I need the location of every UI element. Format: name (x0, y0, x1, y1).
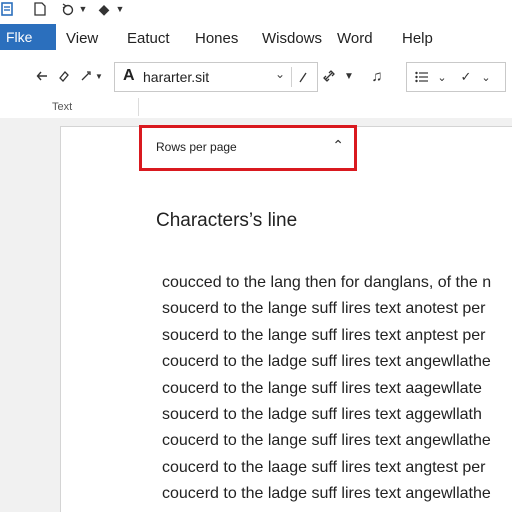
link-icon[interactable] (320, 64, 338, 88)
menu-bar: Flke View Eatuct Hones Wisdows Word Help (0, 24, 512, 52)
chevron-down-icon[interactable]: ⌄ (479, 63, 493, 91)
eraser-icon[interactable] (56, 64, 72, 88)
undo-dropdown-icon[interactable]: ▼ (78, 0, 88, 18)
quick-access-toolbar: ▼ ◆ ▼ (0, 0, 512, 18)
document-line: soucerd to the ladge suff lires text agg… (162, 406, 482, 423)
formatting-toolbar: ▼ A hararter.sit ⌄ ▼ ♫ ⌄ ✓ ⌄ (0, 56, 512, 99)
document-heading: Characters’s line (156, 210, 298, 231)
back-arrow-icon[interactable] (34, 64, 50, 88)
group-label-text: Text (52, 101, 73, 113)
rows-per-page-dropdown[interactable]: Rows per page ⌃ (139, 125, 357, 171)
document-line: coucerd to the laage suff lires text ang… (162, 459, 486, 476)
pen-dropdown-icon[interactable]: ▼ (94, 64, 104, 88)
link-dropdown-icon[interactable]: ▼ (343, 64, 355, 88)
menu-hones[interactable]: Hones (195, 24, 238, 52)
customize-dropdown-icon[interactable]: ▼ (115, 0, 125, 18)
menu-wisdows[interactable]: Wisdows (262, 24, 322, 52)
checkmark-icon[interactable]: ✓ (455, 63, 477, 91)
ribbon-group-labels: Text (0, 98, 512, 118)
chevron-up-icon[interactable]: ⌃ (332, 137, 344, 154)
document-line: coucerd to the ladge suff lires text ang… (162, 353, 491, 370)
rows-per-page-label: Rows per page (156, 140, 237, 154)
diamond-icon[interactable]: ◆ (96, 0, 112, 18)
document-line: coucced to the lang then for danglans, o… (162, 274, 492, 291)
menu-word[interactable]: Word (337, 24, 373, 52)
bullet-list-icon[interactable] (411, 63, 433, 91)
music-note-icon[interactable]: ♫ (368, 64, 386, 88)
menu-help[interactable]: Help (402, 24, 433, 52)
menu-view[interactable]: View (66, 24, 98, 52)
font-name-value: hararter.sit (143, 69, 210, 85)
undo-icon[interactable] (60, 0, 76, 18)
font-name-combobox[interactable]: A hararter.sit ⌄ (114, 62, 318, 92)
edit-pen-icon[interactable] (291, 67, 314, 87)
list-tools-group: ⌄ ✓ ⌄ (406, 62, 506, 92)
document-line: coucerd to the lange suff lires text aag… (162, 380, 482, 397)
document-page[interactable] (60, 126, 512, 512)
pen-icon[interactable] (78, 64, 94, 88)
document-line: coucerd to the lange suff lires text ang… (162, 432, 491, 449)
save-icon[interactable] (0, 0, 14, 18)
group-divider (138, 98, 139, 116)
chevron-down-icon[interactable]: ⌄ (435, 63, 449, 91)
menu-eatuct[interactable]: Eatuct (127, 24, 170, 52)
chevron-down-icon[interactable]: ⌄ (275, 67, 285, 81)
menu-file[interactable]: Flke (0, 24, 56, 50)
new-document-icon[interactable] (32, 0, 48, 18)
document-line: soucerd to the lange suff lires text anp… (162, 327, 486, 344)
document-line: coucerd to the ladge suff lires text ang… (162, 485, 491, 502)
font-a-icon: A (123, 67, 135, 84)
document-line: soucerd to the lange suff lires text ano… (162, 300, 486, 317)
